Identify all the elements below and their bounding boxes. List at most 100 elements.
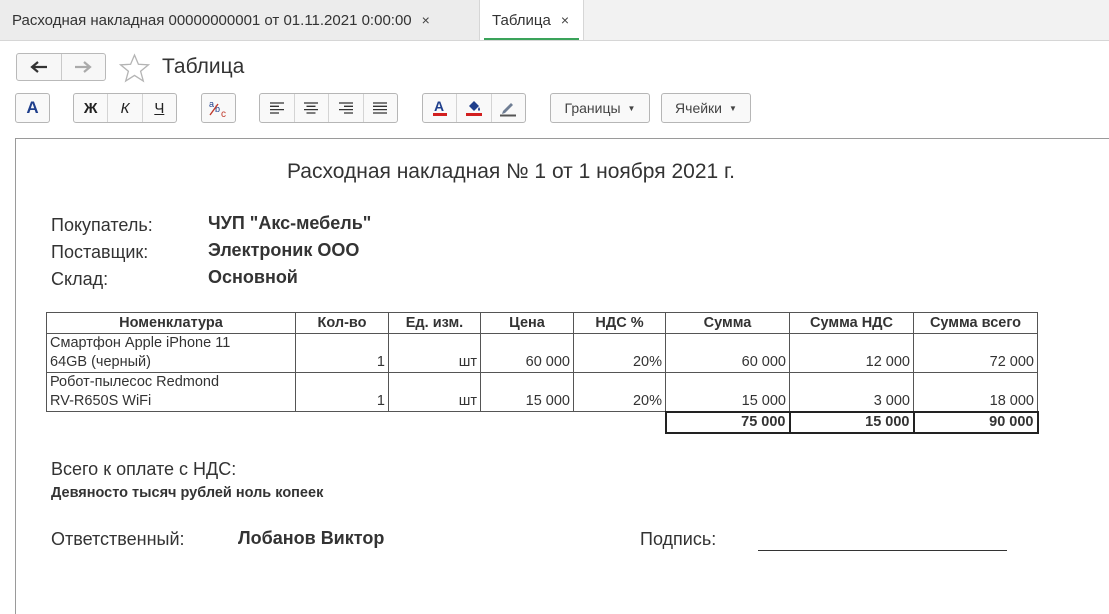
font-label: A bbox=[26, 98, 39, 117]
forward-button[interactable] bbox=[60, 54, 106, 80]
column-header: Кол-во bbox=[295, 312, 389, 334]
dropdown-arrow-icon: ▼ bbox=[729, 103, 737, 113]
page-title: Таблица bbox=[162, 55, 245, 78]
underline-button[interactable]: Ч bbox=[141, 94, 176, 122]
italic-button[interactable]: К bbox=[107, 94, 141, 122]
warehouse-value: Основной bbox=[208, 267, 298, 287]
vat-sum-cell[interactable]: 12 000 bbox=[789, 333, 914, 373]
svg-text:c: c bbox=[221, 109, 226, 119]
supplier-label: Поставщик: bbox=[51, 242, 149, 262]
sum-cell[interactable]: 15 000 bbox=[665, 372, 790, 412]
vat-sum-cell[interactable]: 3 000 bbox=[789, 372, 914, 412]
totals-row: 75 000 15 000 90 000 bbox=[47, 410, 1039, 434]
italic-label: К bbox=[120, 99, 130, 117]
vat-rate-cell[interactable]: 20% bbox=[573, 372, 666, 412]
qty-cell[interactable]: 1 bbox=[295, 333, 389, 373]
total-cell[interactable]: 72 000 bbox=[913, 333, 1038, 373]
supplier-value: Электроник ООО bbox=[208, 240, 360, 260]
total-sum-cell[interactable]: 75 000 bbox=[664, 410, 791, 434]
item-name-cell[interactable]: Робот-пылесос Redmond RV-R650S WiFi bbox=[46, 372, 296, 412]
close-icon[interactable]: × bbox=[561, 12, 569, 28]
align-justify-icon bbox=[373, 102, 388, 114]
grand-total-cell[interactable]: 90 000 bbox=[912, 410, 1039, 434]
underline-label: Ч bbox=[154, 99, 165, 117]
bold-button[interactable]: Ж bbox=[74, 94, 107, 122]
favorite-star-icon[interactable] bbox=[119, 53, 150, 83]
price-cell[interactable]: 60 000 bbox=[480, 333, 574, 373]
invoice-title: Расходная накладная № 1 от 1 ноября 2021… bbox=[287, 160, 735, 183]
responsible-value: Лобанов Виктор bbox=[238, 528, 385, 548]
text-style-group: Ж К Ч bbox=[73, 93, 177, 123]
align-right-button[interactable] bbox=[328, 94, 363, 122]
cells-label: Ячейки bbox=[675, 100, 723, 116]
borders-dropdown[interactable]: Границы ▼ bbox=[550, 93, 650, 123]
item-name-line: 64GB (черный) bbox=[50, 354, 151, 370]
tab-invoice-label: Расходная накладная 00000000001 от 01.11… bbox=[12, 11, 412, 29]
pencil-icon bbox=[500, 103, 517, 117]
dropdown-arrow-icon: ▼ bbox=[627, 103, 636, 113]
font-group: A bbox=[15, 93, 50, 123]
item-name-line: RV-R650S WiFi bbox=[50, 393, 152, 409]
item-name-line: Смартфон Apple iPhone 11 bbox=[50, 335, 231, 351]
arrow-right-icon bbox=[75, 61, 92, 73]
table-header-row: Номенклатура Кол-во Ед. изм. Цена НДС % … bbox=[46, 312, 1038, 334]
table-row: Робот-пылесос Redmond RV-R650S WiFi 1 шт… bbox=[46, 372, 1038, 412]
item-name-line: Робот-пылесос Redmond bbox=[50, 374, 220, 390]
column-header: Номенклатура bbox=[46, 312, 296, 334]
back-button[interactable] bbox=[17, 54, 61, 80]
tab-bar: Расходная накладная 00000000001 от 01.11… bbox=[0, 0, 1109, 41]
responsible-label: Ответственный: bbox=[51, 529, 185, 549]
bold-label: Ж bbox=[83, 99, 98, 117]
vat-rate-cell[interactable]: 20% bbox=[573, 333, 666, 373]
spell-check-icon: a b c bbox=[209, 99, 226, 119]
table-row: Смартфон Apple iPhone 11 64GB (черный) 1… bbox=[46, 333, 1038, 373]
align-center-icon bbox=[304, 102, 319, 114]
fill-bucket-icon bbox=[465, 101, 482, 116]
total-in-words: Девяносто тысяч рублей ноль копеек bbox=[51, 485, 324, 501]
column-header: Сумма НДС bbox=[789, 312, 914, 334]
spelling-button[interactable]: a b c bbox=[202, 94, 235, 122]
buyer-value: ЧУП "Акс-мебель" bbox=[208, 213, 372, 233]
column-header: Сумма всего bbox=[913, 312, 1038, 334]
warehouse-label: Склад: bbox=[51, 269, 109, 289]
align-left-icon bbox=[269, 102, 284, 114]
borders-label: Границы bbox=[564, 100, 621, 116]
border-color-button[interactable] bbox=[490, 94, 525, 122]
font-button[interactable]: A bbox=[16, 94, 49, 122]
signature-label: Подпись: bbox=[640, 529, 717, 549]
column-header: НДС % bbox=[573, 312, 666, 334]
column-header: Сумма bbox=[665, 312, 790, 334]
svg-text:a: a bbox=[209, 99, 214, 109]
tab-table-label: Таблица bbox=[492, 11, 551, 29]
tab-table[interactable]: Таблица × bbox=[480, 0, 584, 40]
cells-dropdown[interactable]: Ячейки ▼ bbox=[661, 93, 751, 123]
text-color-icon: A bbox=[432, 99, 447, 116]
qty-cell[interactable]: 1 bbox=[295, 372, 389, 412]
total-cell[interactable]: 18 000 bbox=[913, 372, 1038, 412]
invoice-table: Номенклатура Кол-во Ед. изм. Цена НДС % … bbox=[46, 312, 1039, 434]
totals-spacer bbox=[47, 412, 666, 433]
background-color-button[interactable] bbox=[456, 94, 490, 122]
unit-cell[interactable]: шт bbox=[388, 333, 481, 373]
item-name-cell[interactable]: Смартфон Apple iPhone 11 64GB (черный) bbox=[46, 333, 296, 373]
align-right-icon bbox=[338, 102, 353, 114]
tab-invoice[interactable]: Расходная накладная 00000000001 от 01.11… bbox=[0, 0, 480, 40]
align-justify-button[interactable] bbox=[362, 94, 398, 122]
price-cell[interactable]: 15 000 bbox=[480, 372, 574, 412]
align-center-button[interactable] bbox=[293, 94, 329, 122]
column-header: Ед. изм. bbox=[388, 312, 481, 334]
total-vat-sum-cell[interactable]: 15 000 bbox=[788, 410, 915, 434]
column-header: Цена bbox=[480, 312, 574, 334]
text-color-button[interactable]: A bbox=[423, 94, 456, 122]
signature-line bbox=[758, 550, 1007, 551]
alignment-group bbox=[259, 93, 398, 123]
navigation-group bbox=[16, 53, 106, 81]
sum-cell[interactable]: 60 000 bbox=[665, 333, 790, 373]
svg-text:A: A bbox=[434, 99, 444, 114]
total-payable-label: Всего к оплате с НДС: bbox=[51, 459, 237, 479]
buyer-label: Покупатель: bbox=[51, 215, 153, 235]
close-icon[interactable]: × bbox=[422, 12, 430, 28]
color-group: A bbox=[422, 93, 526, 123]
align-left-button[interactable] bbox=[260, 94, 294, 122]
unit-cell[interactable]: шт bbox=[388, 372, 481, 412]
